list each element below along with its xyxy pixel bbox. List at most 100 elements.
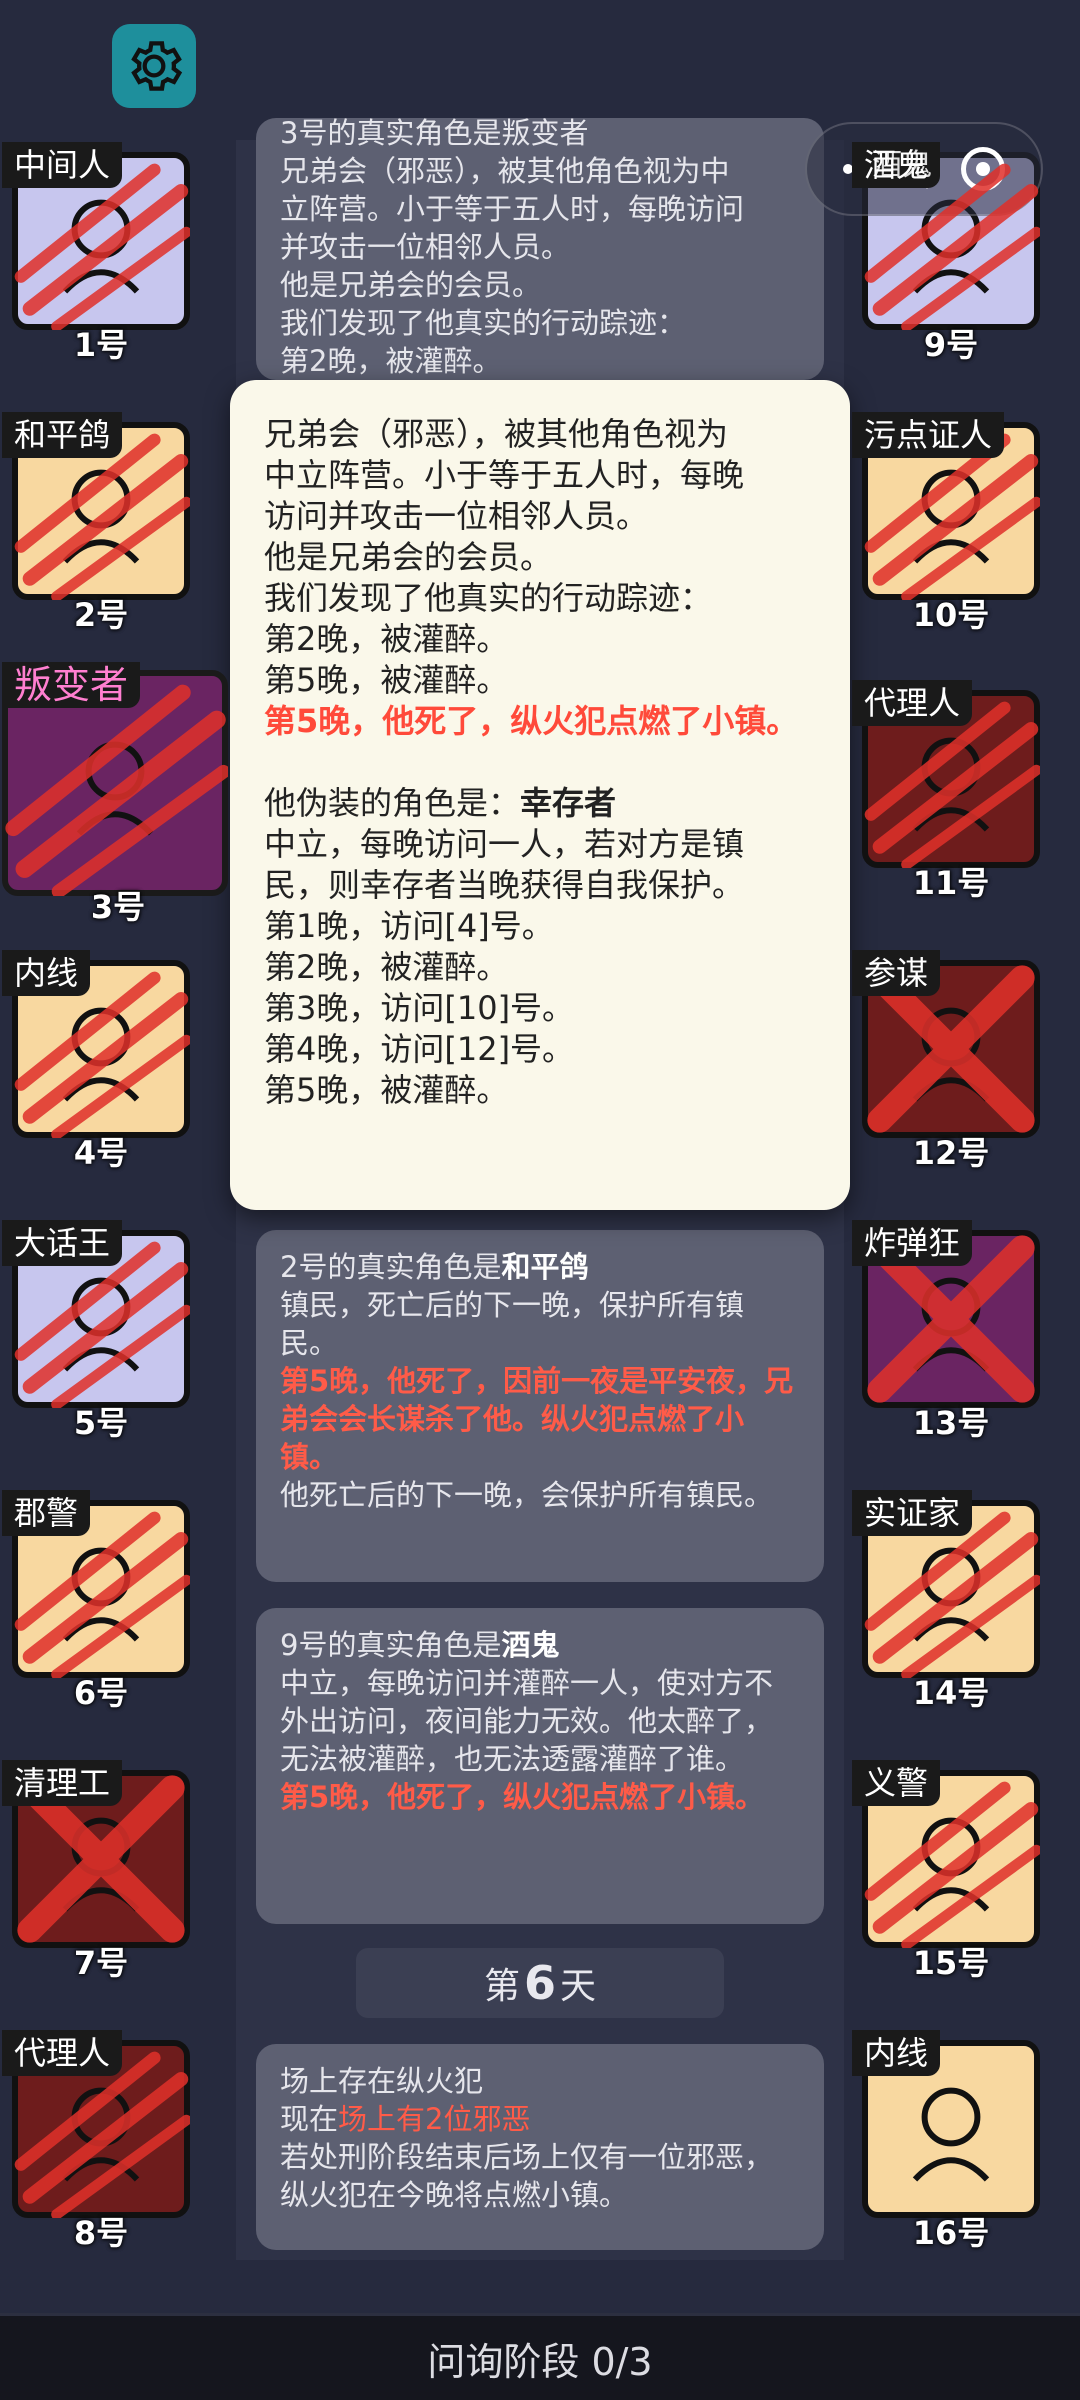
popup-line: 第3晚，访问[10]号。 bbox=[264, 989, 575, 1027]
player-number: 5号 bbox=[73, 1404, 129, 1442]
role-name-label: 义警 bbox=[852, 1760, 941, 1806]
player-tile-3[interactable]: 叛变者 3号 bbox=[2, 662, 234, 926]
disguise-title: 他伪装的角色是：幸存者 bbox=[264, 783, 816, 824]
player-number: 11号 bbox=[912, 864, 990, 902]
death-notice: 第5晚，他死了，纵火犯点燃了小镇。 bbox=[280, 1780, 765, 1814]
player-tile-5[interactable]: 大话王 5号 bbox=[2, 1220, 200, 1442]
role-name-label: 内线 bbox=[2, 950, 91, 996]
popup-line: 中立阵营。小于等于五人时，每晚 bbox=[264, 456, 745, 494]
day-prefix: 第 bbox=[483, 1966, 520, 2007]
log-card-line: 若处刑阶段结束后场上仅有一位邪恶，纵火犯在今晚将点燃小镇。 bbox=[280, 2140, 774, 2212]
death-notice: 第5晚，他死了，纵火犯点燃了小镇。 bbox=[264, 702, 799, 740]
role-portrait-icon bbox=[912, 1547, 990, 1642]
log-card-line: 场上存在纵火犯 bbox=[280, 2064, 484, 2098]
player-number: 2号 bbox=[73, 596, 129, 634]
role-name-label: 和平鸽 bbox=[2, 412, 123, 458]
settings-button[interactable] bbox=[112, 24, 196, 108]
player-number: 9号 bbox=[923, 326, 979, 364]
log-card-prefix: 现在 bbox=[280, 2102, 339, 2136]
popup-line: 第5晚，被灌醉。 bbox=[264, 661, 509, 699]
log-card-line: 我们发现了他真实的行动踪迹： bbox=[280, 306, 687, 340]
player-tile-6[interactable]: 郡警 6号 bbox=[2, 1490, 200, 1712]
player-tile-8[interactable]: 代理人 8号 bbox=[2, 2030, 200, 2252]
player-number: 4号 bbox=[73, 1134, 129, 1172]
player-tile-10[interactable]: 污点证人 10号 bbox=[852, 412, 1050, 634]
player-tile-13[interactable]: 炸弹狂 13号 bbox=[852, 1220, 1050, 1442]
popup-line: 第4晚，访问[12]号。 bbox=[264, 1030, 575, 1068]
player-tile-14[interactable]: 实证家 14号 bbox=[852, 1490, 1050, 1712]
player-tile-2[interactable]: 和平鸽 2号 bbox=[2, 412, 200, 634]
player-tile-16[interactable]: 内线 16号 bbox=[852, 2030, 1050, 2252]
player-tile-15[interactable]: 义警 15号 bbox=[852, 1760, 1050, 1982]
popup-line: 第2晚，被灌醉。 bbox=[264, 620, 509, 658]
role-name-label: 污点证人 bbox=[852, 412, 1005, 458]
phase-bar[interactable]: 问询阶段 0/3 bbox=[0, 2313, 1080, 2400]
log-card-line: 立阵营。小于等于五人时，每晚访问 bbox=[280, 192, 745, 226]
close-miniprogram-icon[interactable] bbox=[960, 147, 1005, 191]
player-number: 14号 bbox=[912, 1674, 990, 1712]
log-card-player-2: 2号的真实角色是和平鸽 镇民，死亡后的下一晚，保护所有镇 民。 第5晚，他死了，… bbox=[256, 1230, 824, 1582]
player-tile-1[interactable]: 中间人 1号 bbox=[2, 142, 200, 364]
role-portrait-icon bbox=[62, 1547, 140, 1642]
role-portrait-icon bbox=[62, 1817, 140, 1912]
role-portrait-icon bbox=[912, 2087, 990, 2182]
role-name-label: 大话王 bbox=[2, 1220, 123, 1266]
log-card-body: 中立，每晚访问并灌醉一人，使对方不外出访问，夜间能力无效。他太醉了，无法被灌醉，… bbox=[280, 1666, 774, 1776]
role-portrait-icon bbox=[912, 1277, 990, 1372]
role-name-label: 代理人 bbox=[2, 2030, 123, 2076]
disguise-role: 幸存者 bbox=[520, 784, 617, 822]
log-card-player-9: 9号的真实角色是酒鬼 中立，每晚访问并灌醉一人，使对方不外出访问，夜间能力无效。… bbox=[256, 1608, 824, 1924]
player-number: 15号 bbox=[912, 1944, 990, 1982]
role-detail-popup[interactable]: 兄弟会（邪恶），被其他角色视为 中立阵营。小于等于五人时，每晚 访问并攻击一位相… bbox=[230, 380, 850, 1210]
role-name-label: 清理工 bbox=[2, 1760, 123, 1806]
role-name-label: 内线 bbox=[852, 2030, 941, 2076]
player-number: 16号 bbox=[912, 2214, 990, 2252]
log-card-arsonist: 场上存在纵火犯 现在场上有2位邪恶 若处刑阶段结束后场上仅有一位邪恶，纵火犯在今… bbox=[256, 2044, 824, 2250]
day-label: 第6天 bbox=[356, 1948, 724, 2018]
player-tile-12[interactable]: 参谋 12号 bbox=[852, 950, 1050, 1172]
log-card-title: 9号的真实角色是酒鬼 bbox=[280, 1626, 800, 1664]
tile-9-label-overlay: 酒鬼 bbox=[872, 148, 932, 183]
popup-line: 访问并攻击一位相邻人员。 bbox=[264, 497, 649, 535]
role-name: 酒鬼 bbox=[501, 1628, 560, 1662]
log-card-player-3: 3号的真实角色是叛变者 兄弟会（邪恶），被其他角色视为中 立阵营。小于等于五人时… bbox=[256, 118, 824, 380]
player-tile-11[interactable]: 代理人 11号 bbox=[852, 680, 1050, 902]
player-number: 12号 bbox=[912, 1134, 990, 1172]
role-name-label: 郡警 bbox=[2, 1490, 91, 1536]
popup-line: 兄弟会（邪恶），被其他角色视为 bbox=[264, 415, 729, 453]
log-card-line: 兄弟会（邪恶），被其他角色视为中 bbox=[280, 154, 730, 188]
role-portrait-icon bbox=[76, 741, 154, 836]
player-tile-7[interactable]: 清理工 7号 bbox=[2, 1760, 200, 1982]
log-card-line: 3号的真实角色是叛变者 bbox=[280, 118, 589, 150]
log-card-line: 镇民，死亡后的下一晚，保护所有镇 bbox=[280, 1288, 745, 1322]
player-number: 1号 bbox=[73, 326, 129, 364]
role-name-label: 代理人 bbox=[852, 680, 973, 726]
log-card-prefix: 2号的真实角色是 bbox=[280, 1250, 502, 1284]
player-number: 10号 bbox=[912, 596, 990, 634]
player-tile-4[interactable]: 内线 4号 bbox=[2, 950, 200, 1172]
popup-line: 中立，每晚访问一人，若对方是镇 bbox=[264, 825, 745, 863]
role-name-label: 炸弹狂 bbox=[852, 1220, 973, 1266]
log-card-line: 第2晚，被灌醉。 bbox=[280, 344, 502, 378]
disguise-prefix: 他伪装的角色是： bbox=[264, 784, 521, 822]
player-number: 8号 bbox=[73, 2214, 129, 2252]
player-number: 13号 bbox=[912, 1404, 990, 1442]
role-portrait-icon bbox=[62, 1277, 140, 1372]
death-notice: 第5晚，他死了，因前一夜是平安夜，兄弟会会长谋杀了他。纵火犯点燃了小镇。 bbox=[280, 1364, 794, 1474]
role-portrait-icon bbox=[912, 1007, 990, 1102]
role-portrait-icon bbox=[62, 1007, 140, 1102]
role-portrait-icon bbox=[912, 469, 990, 564]
log-card-prefix: 9号的真实角色是 bbox=[280, 1628, 502, 1662]
log-card-line: 现在场上有2位邪恶 bbox=[280, 2100, 800, 2138]
log-card-line: 他是兄弟会的会员。 bbox=[280, 268, 542, 302]
popup-line: 我们发现了他真实的行动踪迹： bbox=[264, 579, 713, 617]
gear-icon bbox=[131, 41, 183, 91]
role-name-label: 中间人 bbox=[2, 142, 123, 188]
player-number: 7号 bbox=[73, 1944, 129, 1982]
role-portrait-icon bbox=[62, 2087, 140, 2182]
popup-line: 第5晚，被灌醉。 bbox=[264, 1071, 509, 1109]
popup-line: 他是兄弟会的会员。 bbox=[264, 538, 553, 576]
role-portrait-icon bbox=[912, 737, 990, 832]
log-card-line: 他死亡后的下一晚，会保护所有镇民。 bbox=[280, 1478, 774, 1512]
role-name-label: 实证家 bbox=[852, 1490, 973, 1536]
